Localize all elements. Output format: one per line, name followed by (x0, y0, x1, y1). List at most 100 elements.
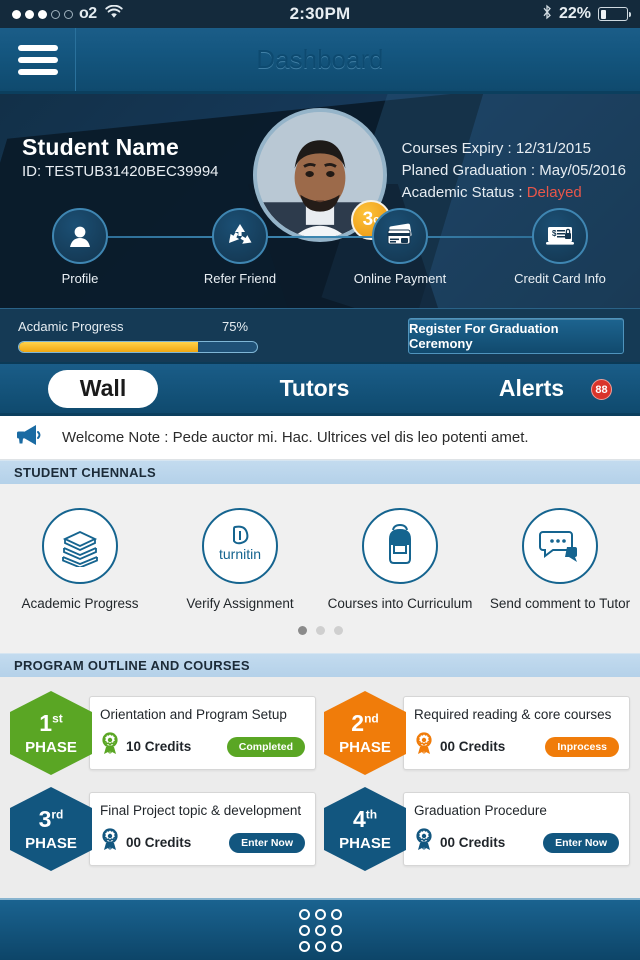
turnitin-logo-icon: turnitin (202, 508, 278, 584)
channel-courses-into-curriculum[interactable]: Courses into Curriculum (320, 508, 480, 612)
meta-value: 12/31/2015 (515, 140, 591, 157)
phase-action-button[interactable]: Completed (226, 736, 305, 757)
phase-item[interactable]: 1st PHASE Orientation and Program Setup (10, 691, 316, 775)
student-id: ID: TESTUB31420BEC39994 (22, 163, 219, 180)
card-lock-icon: $ (532, 208, 588, 264)
channel-label: Courses into Curriculum (327, 596, 473, 611)
books-stack-icon (42, 508, 118, 584)
progress-bar-fill (19, 342, 198, 352)
phase-badge: 3rd PHASE (10, 787, 92, 871)
quick-action-profile[interactable]: Profile (0, 208, 160, 300)
student-channels-header: STUDENT CHENNALS (0, 460, 640, 484)
phase-badge: 1st PHASE (10, 691, 92, 775)
hamburger-menu-icon[interactable] (0, 28, 76, 91)
meta-row: Courses Expiry : 12/31/2015 (402, 138, 626, 160)
meta-row: Academic Status : Delayed (402, 182, 626, 204)
phase-badge: 4th PHASE (324, 787, 406, 871)
student-channels: Academic Progress turnitin Verify Assign… (0, 484, 640, 653)
profile-header: Student Name ID: TESTUB31420BEC39994 3 C… (0, 94, 640, 308)
app-grid-icon[interactable] (298, 908, 342, 952)
phase-card: Final Project topic & development 00 Cre… (89, 792, 316, 866)
megaphone-icon (14, 423, 48, 452)
channel-verify-assignment[interactable]: turnitin Verify Assignment (160, 508, 320, 612)
channel-label: Send comment to Tutor (489, 596, 631, 611)
phase-credits: 00 Credits (440, 739, 506, 754)
quick-action-label: Profile (61, 271, 99, 286)
channel-label: Academic Progress (21, 596, 139, 611)
backpack-icon (362, 508, 438, 584)
credit-cards-icon (372, 208, 428, 264)
phase-item[interactable]: 2nd PHASE Required reading & core course… (324, 691, 630, 775)
tab-tutors[interactable]: Tutors (206, 375, 423, 402)
progress-percent: 75% (222, 319, 249, 334)
chat-bubbles-icon (522, 508, 598, 584)
phase-card: Required reading & core courses 00 Credi… (403, 696, 630, 770)
progress-row: Acdamic Progress 75% Register For Gradua… (0, 308, 640, 364)
bottom-bar[interactable] (0, 898, 640, 960)
quick-action-label: Online Payment (353, 271, 447, 286)
phase-card: Orientation and Program Setup 10 Credits… (89, 696, 316, 770)
meta-row: Planed Graduation : May/05/2016 (402, 160, 626, 182)
award-ribbon-icon (414, 828, 434, 857)
carousel-pagination[interactable] (0, 612, 640, 645)
meta-label: Courses Expiry : (401, 140, 512, 157)
phase-credits: 00 Credits (440, 835, 506, 850)
phase-badge: 2nd PHASE (324, 691, 406, 775)
phase-action-button[interactable]: Enter Now (543, 832, 619, 853)
award-ribbon-icon (414, 732, 434, 761)
program-phases: 1st PHASE Orientation and Program Setup (0, 677, 640, 901)
tab-bar: Wall Tutors Alerts 88 (0, 364, 640, 416)
channel-academic-progress[interactable]: Academic Progress (0, 508, 160, 612)
phase-action-button[interactable]: Inprocess (545, 736, 619, 757)
alerts-count-badge: 88 (591, 379, 612, 400)
status-badge: Delayed (526, 184, 582, 201)
phase-action-button[interactable]: Enter Now (229, 832, 305, 853)
app-screen: o2 2:30PM 22% Dashboard Student Name ID:… (0, 0, 640, 960)
welcome-note-text: Welcome Note : Pede auctor mi. Hac. Ultr… (62, 429, 529, 446)
phase-title: Orientation and Program Setup (100, 707, 287, 722)
award-ribbon-icon (100, 828, 120, 857)
page-title: Dashboard (256, 44, 384, 74)
quick-action-label: Refer Friend (203, 271, 277, 286)
quick-action-online-payment[interactable]: Online Payment (320, 208, 480, 300)
phase-credits: 00 Credits (126, 835, 192, 850)
progress-bar (18, 341, 258, 353)
quick-actions: Profile Refer Friend Online Payment $ Cr… (0, 208, 640, 300)
quick-action-refer-friend[interactable]: Refer Friend (160, 208, 320, 300)
meta-value: May/05/2016 (539, 162, 626, 179)
phase-row: 3rd PHASE Final Project topic & developm… (0, 787, 640, 883)
quick-action-label: Credit Card Info (514, 271, 606, 286)
user-icon (52, 208, 108, 264)
progress-label: Acdamic Progress (18, 319, 124, 334)
phase-item[interactable]: 3rd PHASE Final Project topic & developm… (10, 787, 316, 871)
status-bar: o2 2:30PM 22% (0, 0, 640, 28)
meta-label: Planed Graduation : (401, 162, 536, 179)
battery-icon (598, 7, 631, 21)
phase-card: Graduation Procedure 00 Credits Enter No… (403, 792, 630, 866)
carousel-dot[interactable] (297, 626, 307, 635)
carousel-dot[interactable] (315, 626, 325, 635)
welcome-note: Welcome Note : Pede auctor mi. Hac. Ultr… (0, 416, 640, 460)
tab-alerts-label: Alerts (498, 375, 565, 401)
student-name: Student Name (22, 134, 180, 160)
phase-title: Graduation Procedure (414, 803, 547, 818)
navigation-bar: Dashboard (0, 28, 640, 94)
award-ribbon-icon (100, 732, 120, 761)
register-graduation-button[interactable]: Register For Graduation Ceremony (408, 318, 624, 354)
meta-label: Academic Status : (401, 184, 523, 201)
tab-alerts[interactable]: Alerts 88 (423, 375, 640, 402)
channel-send-comment-to-tutor[interactable]: Send comment to Tutor (480, 508, 640, 612)
clock: 2:30PM (289, 4, 351, 23)
phase-title: Required reading & core courses (414, 707, 612, 722)
turnitin-wordmark: turnitin (219, 546, 261, 562)
channel-label: Verify Assignment (186, 596, 294, 611)
tab-wall[interactable]: Wall (48, 369, 158, 408)
phase-row: 1st PHASE Orientation and Program Setup (0, 691, 640, 787)
recycle-icon (212, 208, 268, 264)
quick-action-credit-card-info[interactable]: $ Credit Card Info (480, 208, 640, 300)
carousel-dot[interactable] (333, 626, 343, 635)
phase-title: Final Project topic & development (100, 803, 302, 818)
program-outline-header: PROGRAM OUTLINE AND COURSES (0, 653, 640, 677)
profile-meta: Courses Expiry : 12/31/2015 Planed Gradu… (402, 138, 626, 204)
phase-item[interactable]: 4th PHASE Graduation Procedure 00 Credit… (324, 787, 630, 871)
